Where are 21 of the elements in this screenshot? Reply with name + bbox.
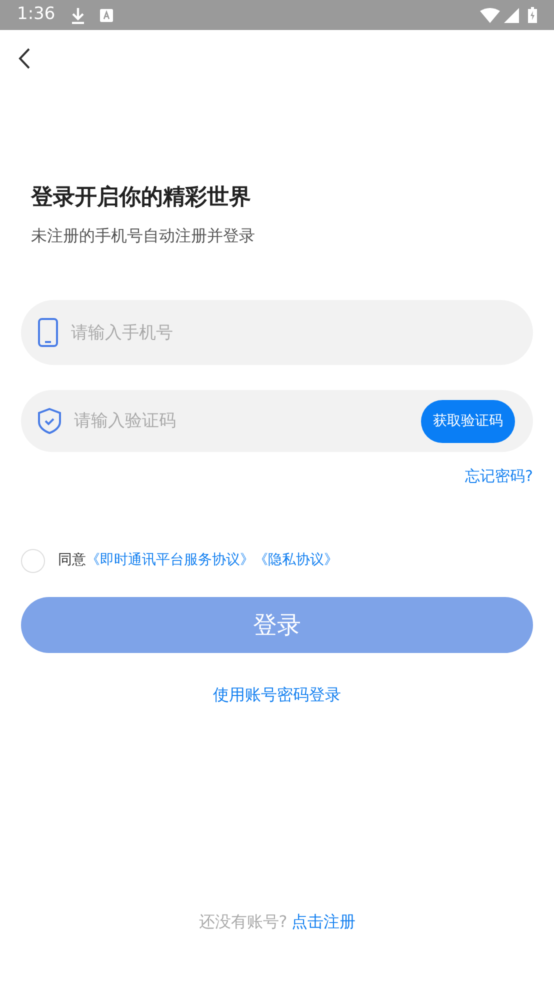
download-icon (71, 6, 86, 24)
get-code-button[interactable]: 获取验证码 (421, 400, 515, 443)
phone-field[interactable]: 请输入手机号 (21, 300, 533, 365)
back-icon[interactable] (18, 48, 31, 69)
forgot-password-link[interactable]: 忘记密码? (465, 465, 533, 488)
page-subtitle: 未注册的手机号自动注册并登录 (31, 225, 256, 247)
register-link[interactable]: 点击注册 (291, 910, 356, 934)
register-prompt: 还没有账号? (198, 910, 288, 932)
wifi-icon (480, 8, 500, 22)
shield-check-icon (38, 408, 61, 434)
agree-label: 同意 (58, 551, 86, 570)
signal-icon (504, 8, 519, 22)
page-title: 登录开启你的精彩世界 (31, 184, 252, 212)
agree-checkbox[interactable] (21, 548, 45, 572)
status-time: 1:36 (17, 3, 56, 26)
phone-icon (38, 318, 58, 347)
agreement-link[interactable]: 《隐私协议》 (254, 550, 338, 571)
agreement-link[interactable]: 《即时通讯平台服务协议》 (86, 550, 254, 571)
battery-icon (528, 7, 537, 23)
account-password-login-link[interactable]: 使用账号密码登录 (213, 682, 341, 706)
keyboard-icon (100, 8, 114, 22)
